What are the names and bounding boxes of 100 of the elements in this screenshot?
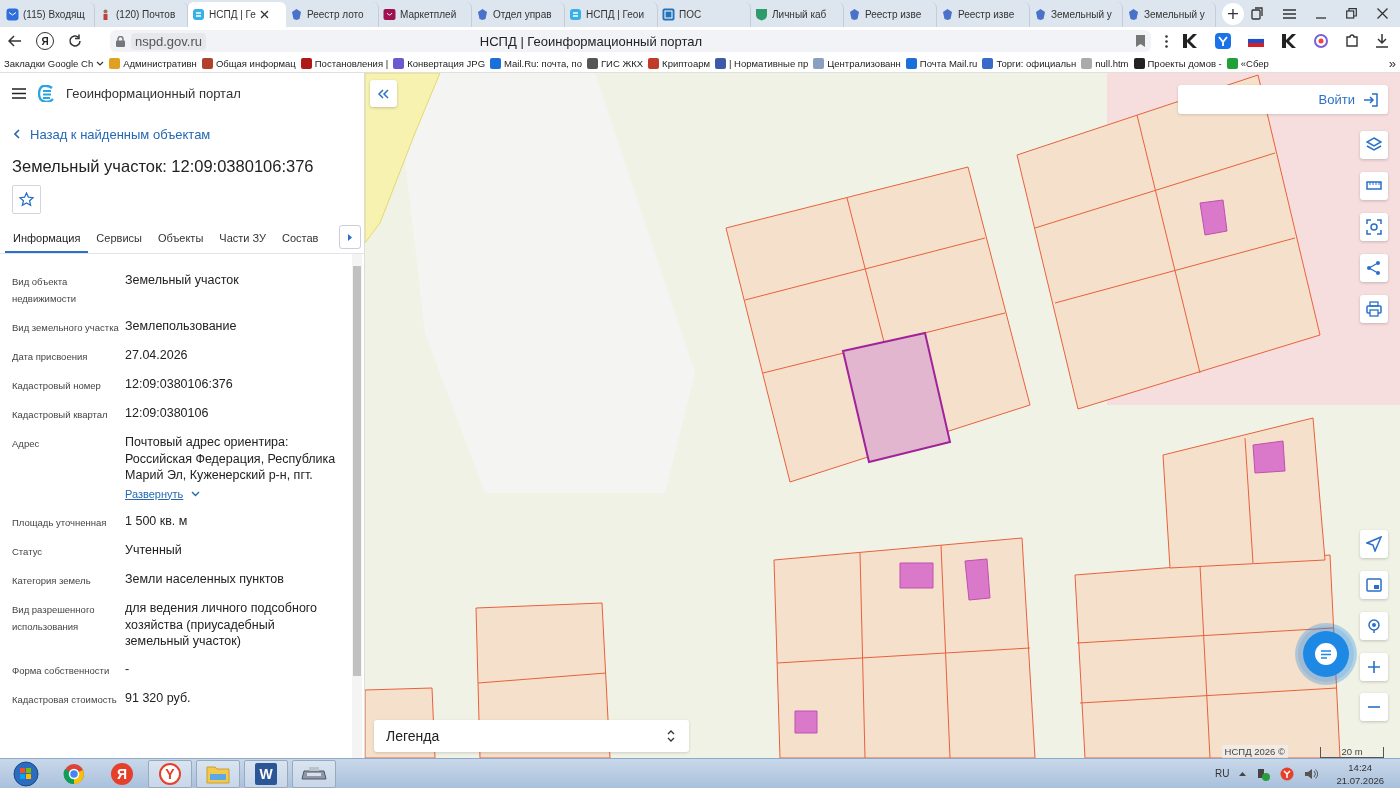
- flag-icon[interactable]: [1248, 35, 1264, 47]
- browser-tray-icon[interactable]: [1280, 766, 1295, 781]
- map-tool-button[interactable]: [1360, 295, 1388, 323]
- network-icon[interactable]: [1256, 766, 1271, 781]
- map-tool-button[interactable]: [1360, 172, 1388, 200]
- bookmark[interactable]: «Сбер: [1226, 58, 1269, 69]
- bookmark[interactable]: Криптоарм: [648, 58, 710, 69]
- taskbar-app[interactable]: Я: [100, 759, 144, 788]
- zoom-in-icon: [1366, 659, 1382, 675]
- browser-tab[interactable]: НСПД | Ге: [188, 2, 286, 27]
- property-label: Категория земель: [12, 574, 92, 588]
- language-indicator[interactable]: RU: [1215, 768, 1230, 779]
- print-icon: [1366, 301, 1382, 317]
- geolocation-icon: [1366, 618, 1382, 634]
- scrollbar[interactable]: [352, 254, 362, 758]
- map-tool-button[interactable]: [1360, 653, 1388, 681]
- bookmark[interactable]: Централизованн: [813, 58, 901, 69]
- more-bookmarks-button[interactable]: »: [1388, 56, 1396, 71]
- taskbar-app[interactable]: W: [244, 759, 288, 788]
- property-label: Адрес: [12, 437, 41, 451]
- map-tool-button[interactable]: [1360, 693, 1388, 721]
- minimap-icon: [1366, 577, 1382, 593]
- bookmark[interactable]: Административн: [109, 58, 197, 69]
- caret-up-icon[interactable]: [1239, 771, 1247, 776]
- login-icon: [1363, 92, 1378, 107]
- bookmark[interactable]: Общая информац: [201, 58, 296, 69]
- taskbar-app[interactable]: [292, 759, 336, 788]
- restore-icon[interactable]: [1346, 8, 1357, 19]
- bookmarks-folder[interactable]: Закладки Google Ch: [4, 58, 105, 69]
- object-title: Земельный участок: 12:09:0380106:376: [11, 156, 315, 173]
- round-browser-icon: [63, 762, 85, 785]
- menu-icon[interactable]: [12, 87, 26, 99]
- bookmark[interactable]: ГИС ЖКХ: [586, 58, 644, 69]
- property-value: Землепользование: [125, 318, 238, 335]
- tabs-icon[interactable]: [1251, 7, 1263, 20]
- clock-date: 21.07.2026: [1336, 773, 1384, 787]
- extension-icon[interactable]: [1182, 33, 1198, 49]
- chevron-down-icon[interactable]: [191, 490, 201, 497]
- info-tab[interactable]: Состав: [274, 224, 327, 253]
- bookmark[interactable]: | Нормативные пр: [715, 58, 809, 69]
- close-icon[interactable]: [1377, 8, 1388, 19]
- bookmark[interactable]: Проекты домов -: [1133, 58, 1222, 69]
- bookmark-icon[interactable]: [1136, 35, 1145, 47]
- back-link[interactable]: Назад к найденным объектам: [0, 113, 364, 143]
- bookmark[interactable]: Торги: официальн: [982, 58, 1077, 69]
- emblem-icon: [848, 8, 861, 21]
- scroll-tabs-button[interactable]: [339, 225, 361, 249]
- more-icon[interactable]: [1165, 34, 1168, 48]
- info-tab[interactable]: Сервисы: [88, 224, 150, 253]
- caret-icon: [96, 61, 105, 66]
- bookmark[interactable]: Конвертация JPG: [393, 58, 486, 69]
- puzzle-icon[interactable]: [1345, 34, 1359, 48]
- map-tool-button[interactable]: [1360, 131, 1388, 159]
- bookmark[interactable]: Почта Mail.ru: [905, 58, 978, 69]
- property-value: Почтовый адрес ориентира: Российская Федерация, Республика Марий Эл, Куженерский р-н, пгт.: [125, 434, 337, 484]
- area-select-icon: [1366, 219, 1382, 235]
- star-icon: [19, 192, 34, 207]
- property-value: для ведения личного подсобного хозяйства (приусадебный земельный участок): [125, 600, 319, 650]
- property-value: Земли населенных пунктов: [125, 571, 285, 588]
- property-value: 27.04.2026: [125, 347, 189, 364]
- address-field[interactable]: nspd.gov.ru НСПД | Геоинформационный портал: [110, 30, 1151, 52]
- emblem-icon: [476, 8, 489, 21]
- home-button[interactable]: Я: [36, 32, 54, 50]
- login-button[interactable]: Войти: [1178, 85, 1388, 114]
- page-title: НСПД | Геоинформационный портал: [478, 33, 704, 49]
- info-tab[interactable]: Объекты: [149, 224, 212, 253]
- clock[interactable]: 14:24 21.07.2026: [1336, 760, 1384, 787]
- favorite-button[interactable]: [12, 185, 41, 214]
- info-tab[interactable]: Информация: [5, 224, 89, 253]
- bookmark[interactable]: Постановления |: [300, 58, 389, 69]
- bag-icon: [383, 8, 396, 21]
- url-text: nspd.gov.ru: [131, 32, 206, 50]
- portal-logo-icon: [38, 84, 54, 102]
- bookmark[interactable]: Mail.Ru: почта, по: [490, 58, 582, 69]
- back-arrow-icon[interactable]: [8, 35, 22, 47]
- close-icon[interactable]: [259, 10, 269, 19]
- download-icon[interactable]: [1376, 34, 1388, 48]
- info-tab[interactable]: Части ЗУ: [211, 224, 274, 253]
- chevron-left-icon: [14, 129, 20, 139]
- speaker-icon[interactable]: [1304, 767, 1319, 780]
- square-logo-icon: [662, 8, 675, 21]
- reload-icon[interactable]: [68, 34, 82, 48]
- map-tool-button[interactable]: [1360, 254, 1388, 282]
- property-label: Дата присвоения: [12, 350, 89, 364]
- taskbar-app[interactable]: Y: [148, 759, 192, 788]
- layers-icon: [1366, 137, 1382, 153]
- bookmark[interactable]: null.htm: [1081, 58, 1129, 69]
- map-tool-button[interactable]: [1360, 612, 1388, 640]
- expand-link[interactable]: Развернуть: [125, 485, 184, 502]
- device-icon: [301, 764, 327, 783]
- map-tool-button[interactable]: [1360, 530, 1388, 558]
- property-label: Кадастровый квартал: [12, 408, 109, 422]
- legend-dropdown[interactable]: Легенда: [374, 720, 689, 752]
- collapse-panel-button[interactable]: [370, 80, 397, 107]
- extension-icon[interactable]: [1281, 33, 1297, 49]
- clock-time: 14:24: [1348, 760, 1373, 774]
- map-tool-button[interactable]: [1360, 571, 1388, 599]
- location-arrow-icon: [1366, 536, 1382, 552]
- map-tool-button[interactable]: [1360, 213, 1388, 241]
- new-tab-button[interactable]: +: [1222, 3, 1244, 25]
